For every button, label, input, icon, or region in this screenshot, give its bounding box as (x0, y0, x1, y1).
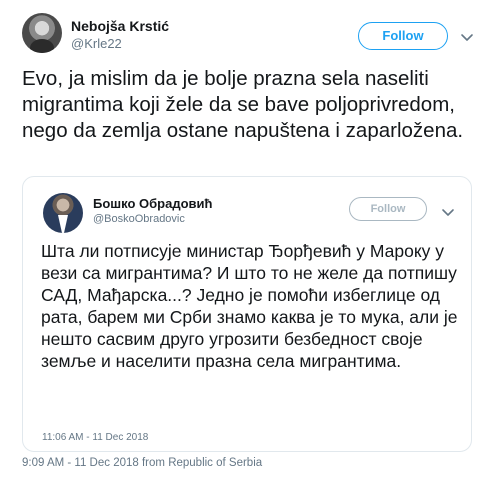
tweet-location-link[interactable]: Republic of Serbia (168, 457, 262, 469)
quoted-follow-button[interactable]: Follow (349, 197, 427, 221)
quoted-author-name[interactable]: Бошко Обрадовић (93, 196, 212, 211)
chevron-down-icon[interactable] (441, 208, 455, 218)
tweet-text: Evo, ja mislim da je bolje prazna sela n… (22, 67, 464, 142)
follow-button[interactable]: Follow (358, 22, 448, 50)
quoted-author-avatar[interactable] (43, 193, 83, 233)
author-handle[interactable]: @Krle22 (71, 36, 122, 51)
from-label: from (141, 457, 165, 469)
tweet-meta: 9:09 AM - 11 Dec 2018 from Republic of S… (22, 457, 262, 469)
tweet-timestamp[interactable]: 9:09 AM - 11 Dec 2018 (22, 457, 139, 469)
tweet-card: Nebojša Krstić @Krle22 Follow Evo, ja mi… (0, 0, 494, 477)
chevron-down-icon[interactable] (460, 33, 474, 43)
quoted-tweet-text: Шта ли потписује министар Ђорђевић у Мар… (41, 241, 458, 371)
quoted-tweet[interactable]: Бошко Обрадовић @BoskoObradovic Follow Ш… (22, 176, 472, 452)
author-name[interactable]: Nebojša Krstić (71, 18, 169, 34)
author-avatar[interactable] (22, 13, 62, 53)
quoted-author-handle[interactable]: @BoskoObradovic (93, 213, 185, 225)
quoted-tweet-timestamp[interactable]: 11:06 AM - 11 Dec 2018 (42, 432, 148, 443)
